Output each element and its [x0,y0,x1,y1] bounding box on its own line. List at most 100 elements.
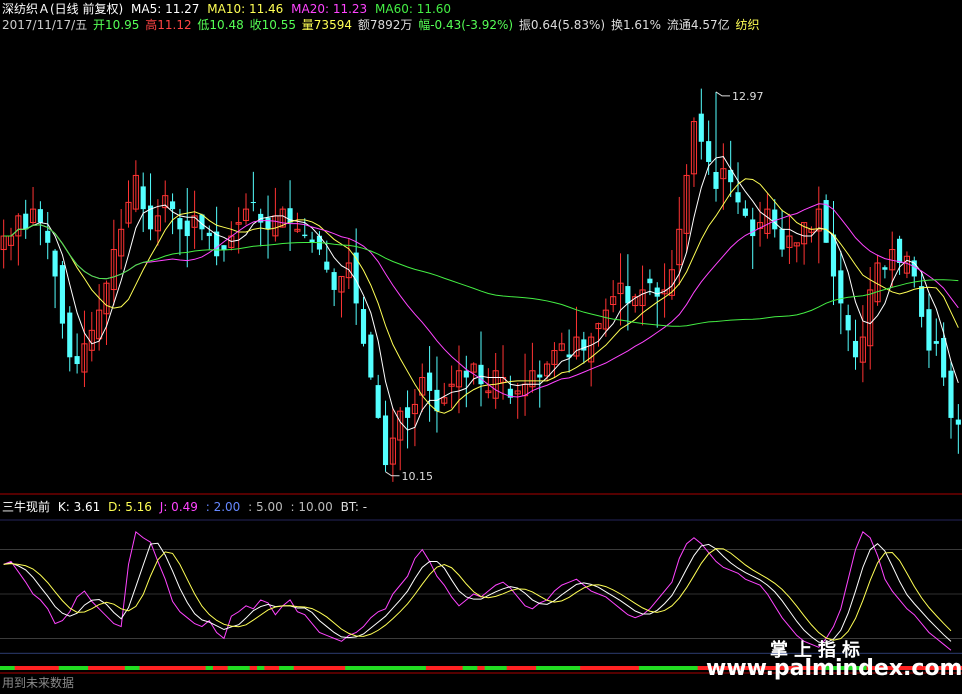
candle-body [713,171,719,189]
status-segment [22,666,30,670]
candle-body [140,186,146,210]
status-segment [308,666,317,670]
candle-body [845,315,851,331]
status-segment [499,666,508,670]
status-segment [286,666,295,670]
candle-body [52,250,58,277]
status-segment [132,666,141,670]
low-annotation: 10.15 [402,470,434,483]
status-segment [44,666,52,670]
candle-body [537,374,543,378]
status-segment [257,666,265,670]
status-segment [330,666,339,670]
status-segment [690,666,699,670]
status-segment [264,666,273,670]
candle-body [382,415,389,466]
status-segment [396,666,405,670]
candle-body [427,372,433,391]
status-segment [359,666,368,670]
status-segment [249,666,258,670]
candle-body [823,200,829,243]
candle-body [250,202,256,204]
candle-body [742,208,748,216]
status-segment [227,666,236,670]
status-segment [668,666,677,670]
k-line [3,542,952,644]
candle-body [177,218,183,230]
status-segment [242,666,251,670]
status-segment [102,666,111,670]
status-segment [447,666,456,670]
high-pointer [715,91,730,97]
status-segment [271,666,280,670]
status-segment [234,666,243,670]
status-segment [161,666,170,670]
status-segment [697,666,706,670]
candle-body [59,265,65,324]
status-segment [660,666,669,670]
status-segment [477,666,486,670]
status-segment [550,666,559,670]
status-segment [484,666,493,670]
status-segment [36,666,45,670]
candle-body [23,213,29,230]
candle-body [404,407,411,418]
status-segment [367,666,376,670]
candle-body [368,334,374,378]
candle-body [74,356,80,365]
status-segment [7,666,16,670]
status-segment [29,666,38,670]
status-segment [506,666,515,670]
status-segment [168,666,177,670]
status-segment [418,666,427,670]
status-segment [602,666,611,670]
status-segment [616,666,625,670]
status-segment [587,666,596,670]
status-segment [198,666,207,670]
status-segment [110,666,118,670]
status-segment [139,666,148,670]
status-segment [154,666,163,670]
candle-body [955,419,961,425]
status-segment [469,666,478,670]
status-segment [403,666,412,670]
candle-body [206,232,212,237]
status-segment [315,666,324,670]
candle-body [324,261,330,270]
candle-body [265,217,271,230]
status-segment [528,666,537,670]
status-segment [609,666,618,670]
chart-window: 深纺织Ａ(日线 前复权) MA5: 11.27 MA10: 11.46 MA20… [0,0,962,694]
candle-body [184,220,190,237]
status-segment [521,666,530,670]
status-segment [580,666,588,670]
status-segment [80,666,89,670]
candle-body [478,364,484,385]
candle-body [852,340,859,358]
ma60-line [3,224,959,327]
candle-body [625,286,631,304]
status-segment [462,666,471,670]
status-segment [682,666,691,670]
status-segment [73,666,82,670]
status-segment [558,666,566,670]
status-segment [543,666,552,670]
status-segment [411,666,420,670]
status-segment [14,666,23,670]
candle-body [221,245,227,250]
status-segment [631,666,640,670]
candle-body [463,370,469,378]
status-segment [425,666,434,670]
status-segment [124,666,133,670]
status-segment [433,666,442,670]
candle-body [882,267,888,270]
candle-body [654,287,660,297]
candle-body [772,209,778,230]
status-segment [389,666,398,670]
status-segment [381,666,390,670]
candle-body [375,385,381,418]
candle-body [67,312,73,358]
status-segment [536,666,544,670]
d-line [3,548,952,641]
status-segment [95,666,104,670]
